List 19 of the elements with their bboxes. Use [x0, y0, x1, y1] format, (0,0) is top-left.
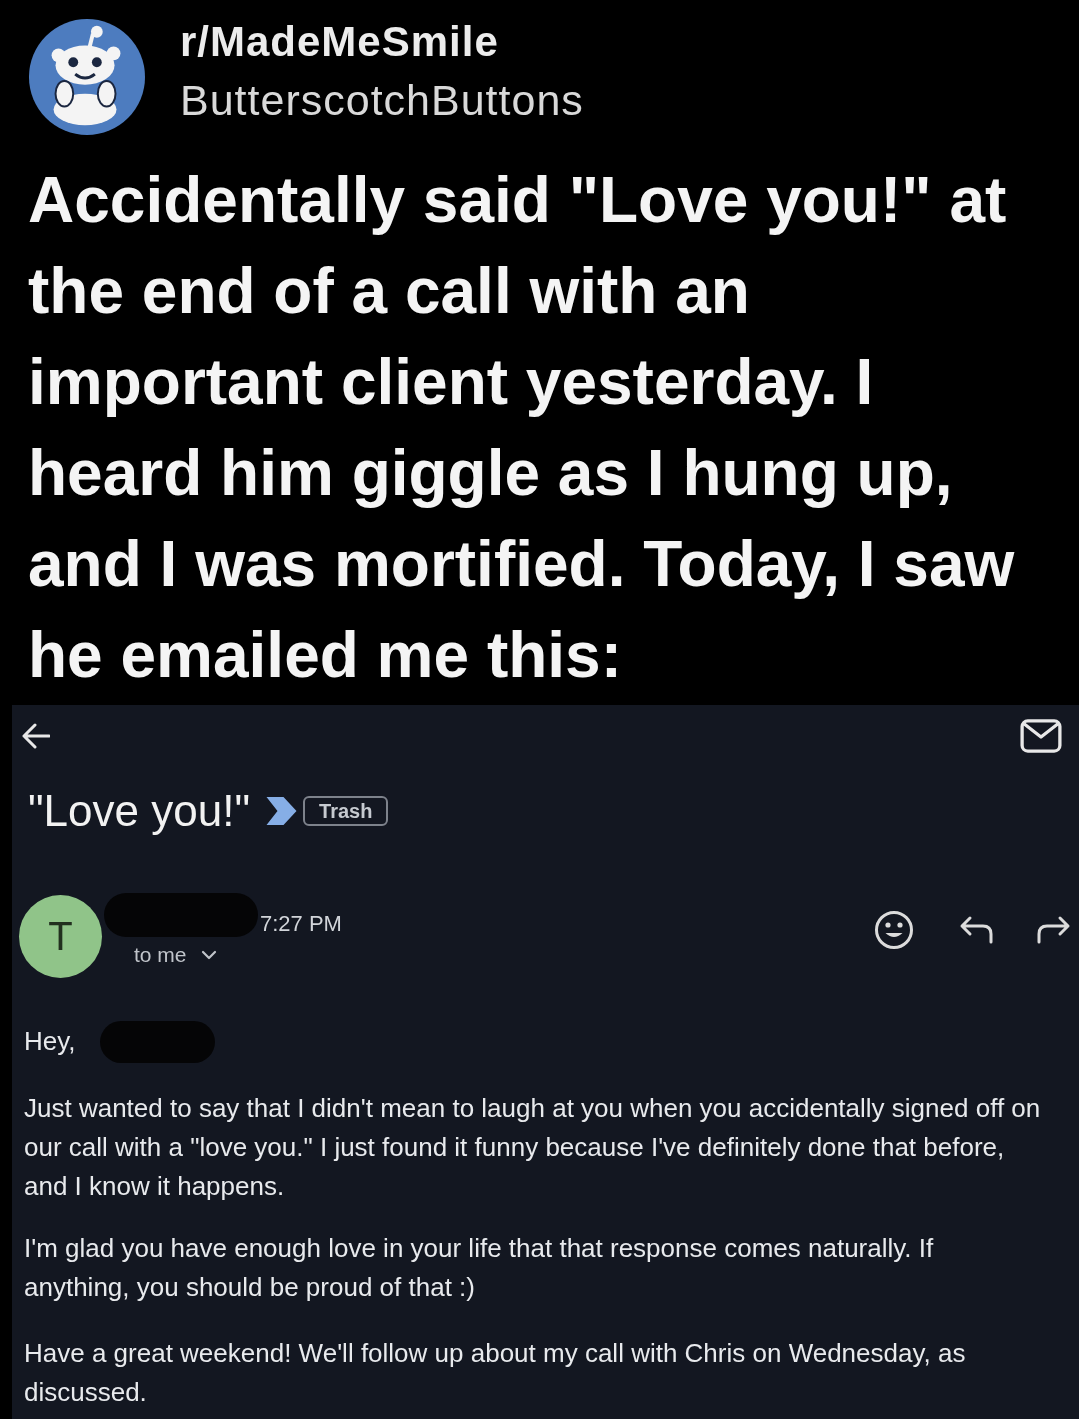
greeting-text: Hey,: [24, 1025, 76, 1058]
caret-icon: [200, 950, 217, 960]
smiley-icon[interactable]: [874, 910, 914, 950]
label-chip: Trash: [303, 796, 389, 826]
mascot-avatar-icon: [28, 18, 146, 136]
recipient-dropdown[interactable]: to me: [134, 944, 217, 966]
email-subject: "Love you!": [28, 789, 251, 833]
importance-chevron-icon[interactable]: [266, 796, 298, 826]
author-name[interactable]: ButterscotchButtons: [180, 74, 584, 126]
body-paragraph: Just wanted to say that I didn't mean to laugh at you when you accidentally signed off on our call with a "love you." I just found it funny because I've definitely done that before, and I know it happens.: [24, 1092, 1042, 1203]
sender-avatar: T: [19, 895, 102, 978]
envelope-icon[interactable]: [1020, 718, 1062, 753]
body-paragraph: I'm glad you have enough love in your life that that response comes naturally. If anything, you should be proud of that :): [24, 1232, 935, 1304]
reply-icon[interactable]: [959, 915, 995, 945]
left-arrow-icon[interactable]: [22, 722, 50, 749]
sent-time: 7:27 PM: [260, 911, 342, 937]
subreddit-name[interactable]: r/MadeMeSmile: [180, 18, 499, 66]
post-title: Accidentally said "Love you!" at the end of a call with an important client yesterday. I heard him giggle as I hung up, and I was mortified. Today, I saw he emailed me this:: [28, 163, 1016, 693]
body-paragraph: Have a great weekend! We'll follow up about my call with Chris on Wednesday, as discussed.: [24, 1337, 967, 1409]
